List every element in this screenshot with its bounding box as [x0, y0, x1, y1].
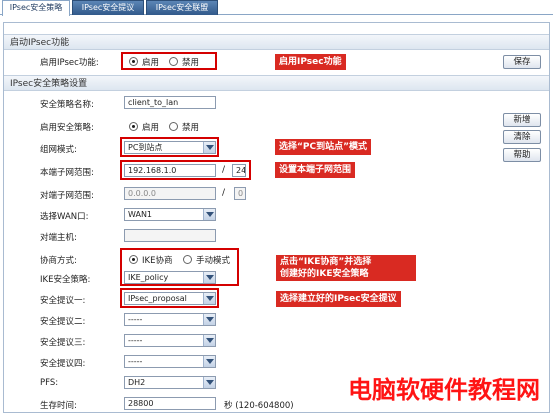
help-button[interactable]: 帮助: [503, 148, 541, 162]
proposal4-value: -----: [128, 357, 143, 366]
remote-subnet-mask-input[interactable]: 0: [234, 187, 246, 200]
clear-button[interactable]: 清除: [503, 130, 541, 144]
chevron-down-icon: [203, 335, 215, 346]
networking-mode-label: 组网模式:: [40, 145, 77, 155]
tab-ipsec-sa[interactable]: IPsec安全联盟: [146, 0, 218, 15]
tab-ipsec-policy[interactable]: IPsec安全策略: [2, 0, 70, 16]
negotiation-label: 协商方式:: [40, 256, 77, 266]
chevron-down-icon: [203, 209, 215, 220]
highlight-ike: [120, 248, 239, 286]
proposal3-select[interactable]: -----: [124, 334, 216, 347]
tab-ipsec-proposal[interactable]: IPsec安全提议: [72, 0, 144, 15]
note-ike: 点击“IKE协商”并选择 创建好的IKE安全策略: [276, 255, 416, 281]
save-button[interactable]: 保存: [503, 55, 541, 69]
chevron-down-icon: [203, 314, 215, 325]
local-subnet-label: 本端子网范围:: [40, 168, 94, 178]
remote-host-input[interactable]: [124, 229, 216, 242]
remote-host-label: 对端主机:: [40, 233, 77, 243]
highlight-networking-mode: [120, 137, 219, 157]
section-policy-settings: IPsec安全策略设置: [4, 75, 549, 91]
proposal4-select[interactable]: -----: [124, 355, 216, 368]
lifetime-label: 生存时间:: [40, 401, 77, 411]
wan-label: 选择WAN口:: [40, 212, 89, 222]
proposal2-label: 安全提议二:: [40, 317, 86, 327]
highlight-proposal1: [120, 288, 219, 308]
chevron-down-icon: [203, 377, 215, 388]
pfs-select[interactable]: DH2: [124, 376, 216, 389]
policy-name-input[interactable]: client_to_lan: [124, 96, 216, 109]
proposal2-select[interactable]: -----: [124, 313, 216, 326]
proposal3-label: 安全提议三:: [40, 338, 86, 348]
section-enable-ipsec: 启动IPsec功能: [4, 34, 549, 50]
proposal3-value: -----: [128, 336, 143, 345]
slash-separator: /: [222, 188, 226, 198]
note-enable-ipsec: 启用IPsec功能: [275, 54, 346, 70]
enable-policy-on-label: 启用: [142, 123, 160, 133]
policy-name-label: 安全策略名称:: [40, 100, 94, 110]
highlight-enable-ipsec: [121, 52, 217, 70]
highlight-local-subnet: [120, 160, 251, 180]
pfs-value: DH2: [128, 378, 146, 387]
note-set-subnet: 设置本端子网范围: [275, 162, 356, 178]
note-ike-line2: 创建好的IKE安全策略: [280, 269, 369, 279]
ike-policy-label: IKE安全策略:: [40, 275, 91, 285]
watermark: 电脑软硬件教程网: [348, 376, 540, 404]
add-button[interactable]: 新增: [503, 113, 541, 127]
remote-subnet-ip-input[interactable]: 0.0.0.0: [124, 187, 216, 200]
lifetime-unit: 秒 (120-604800): [224, 401, 294, 411]
wan-select[interactable]: WAN1: [124, 208, 216, 221]
enable-policy-label: 启用安全策略:: [40, 123, 94, 133]
lifetime-input[interactable]: 28800: [124, 397, 216, 410]
enable-policy-off-radio[interactable]: [169, 122, 178, 131]
pfs-label: PFS:: [40, 378, 59, 388]
note-proposal: 选择建立好的IPsec安全提议: [276, 291, 401, 307]
tab-bar: IPsec安全策略 IPsec安全提议 IPsec安全联盟: [0, 0, 553, 16]
enable-policy-off-label: 禁用: [182, 123, 200, 133]
chevron-down-icon: [203, 356, 215, 367]
remote-subnet-label: 对端子网范围:: [40, 191, 94, 201]
note-select-mode: 选择“PC到站点”模式: [275, 139, 372, 155]
wan-value: WAN1: [128, 210, 153, 219]
proposal2-value: -----: [128, 315, 143, 324]
enable-ipsec-label: 启用IPsec功能:: [40, 58, 99, 68]
note-ike-line1: 点击“IKE协商”并选择: [280, 257, 372, 267]
enable-policy-on-radio[interactable]: [129, 122, 138, 131]
proposal4-label: 安全提议四:: [40, 359, 86, 369]
proposal1-label: 安全提议一:: [40, 296, 86, 306]
